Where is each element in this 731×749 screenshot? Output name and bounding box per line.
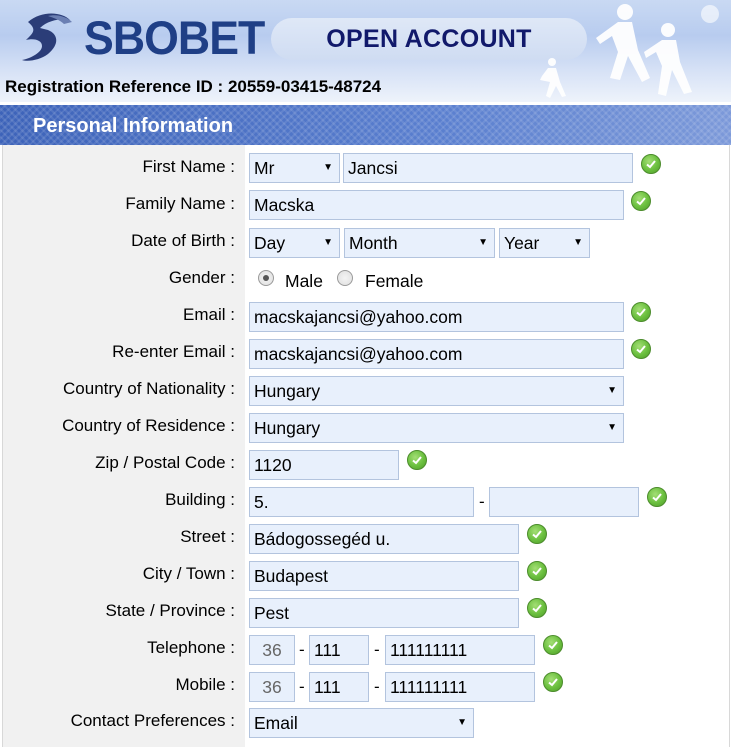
zip-label: Zip / Postal Code : [95,453,235,472]
caret-down-icon: ▼ [323,237,333,248]
separator: - [374,677,380,696]
building-input[interactable]: 5. [249,487,474,517]
gender-female-label[interactable]: Female [365,271,423,292]
title-select[interactable]: Mr ▼ [249,153,340,183]
telephone-country-code: 36 [249,635,295,665]
telephone-label: Telephone : [147,638,235,657]
family-name-label: Family Name : [125,194,235,213]
mobile-number-input[interactable]: 111111111 [385,672,535,702]
players-silhouette-icon [540,4,719,98]
dob-day-select[interactable]: Day ▼ [249,228,340,258]
page-header: SBOBET OPEN ACCOUNT Registration Referen… [0,0,731,102]
dob-label: Date of Birth : [131,231,235,250]
contact-pref-value: Email [254,713,298,733]
zip-input[interactable]: 1120 [249,450,399,480]
dob-month-select[interactable]: Month ▼ [344,228,495,258]
caret-down-icon: ▼ [323,162,333,173]
check-circle-icon [527,561,547,581]
contact-pref-label: Contact Preferences : [70,711,235,730]
check-circle-icon [631,339,651,359]
caret-down-icon: ▼ [607,385,617,396]
gender-female-radio[interactable] [337,270,353,286]
street-label: Street : [180,527,235,546]
building-label: Building : [165,490,235,509]
check-circle-icon [647,487,667,507]
nationality-value: Hungary [254,381,321,401]
dob-year-value: Year [504,233,540,253]
email-input[interactable]: macskajancsi@yahoo.com [249,302,624,332]
mobile-country-code: 36 [249,672,295,702]
section-header: Personal Information [0,105,731,145]
residence-label: Country of Residence : [62,416,235,435]
gender-male-radio[interactable] [258,270,274,286]
check-circle-icon [631,302,651,322]
separator: - [479,492,485,511]
check-circle-icon [641,154,661,174]
city-label: City / Town : [142,564,235,583]
registration-form: First Name : Mr ▼ Jancsi Family Name : M… [2,145,730,747]
check-circle-icon [631,191,651,211]
caret-down-icon: ▼ [607,422,617,433]
gender-label: Gender : [168,268,235,287]
state-label: State / Province : [105,601,235,620]
check-circle-icon [527,524,547,544]
dob-year-select[interactable]: Year ▼ [499,228,590,258]
family-name-input[interactable]: Macska [249,190,624,220]
registration-reference: Registration Reference ID : 20559-03415-… [5,77,382,96]
first-name-input[interactable]: Jancsi [343,153,633,183]
separator: - [374,640,380,659]
title-select-value: Mr [254,158,275,178]
sbobet-logo-icon [22,13,72,61]
mobile-area-input[interactable]: 111 [309,672,369,702]
contact-pref-select[interactable]: Email ▼ [249,708,474,738]
caret-down-icon: ▼ [573,237,583,248]
check-circle-icon [543,635,563,655]
residence-value: Hungary [254,418,321,438]
city-input[interactable]: Budapest [249,561,519,591]
separator: - [299,677,305,696]
telephone-number-input[interactable]: 111111111 [385,635,535,665]
check-circle-icon [543,672,563,692]
street-input[interactable]: Bádogossegéd u. [249,524,519,554]
reenter-email-label: Re-enter Email : [112,342,235,361]
email-label: Email : [183,305,235,324]
check-circle-icon [407,450,427,470]
gender-male-label[interactable]: Male [285,271,323,292]
building-extra-input[interactable] [489,487,639,517]
nationality-label: Country of Nationality : [63,379,235,398]
reenter-email-input[interactable]: macskajancsi@yahoo.com [249,339,624,369]
residence-select[interactable]: Hungary ▼ [249,413,624,443]
nationality-select[interactable]: Hungary ▼ [249,376,624,406]
telephone-area-input[interactable]: 111 [309,635,369,665]
state-input[interactable]: Pest [249,598,519,628]
dob-month-value: Month [349,233,398,253]
separator: - [299,640,305,659]
caret-down-icon: ▼ [478,237,488,248]
dob-day-value: Day [254,233,286,253]
check-circle-icon [527,598,547,618]
brand-logo-text: SBOBET [84,11,265,64]
section-title: Personal Information [33,115,234,137]
mobile-label: Mobile : [175,675,235,694]
caret-down-icon: ▼ [457,717,467,728]
first-name-label: First Name : [142,157,235,176]
